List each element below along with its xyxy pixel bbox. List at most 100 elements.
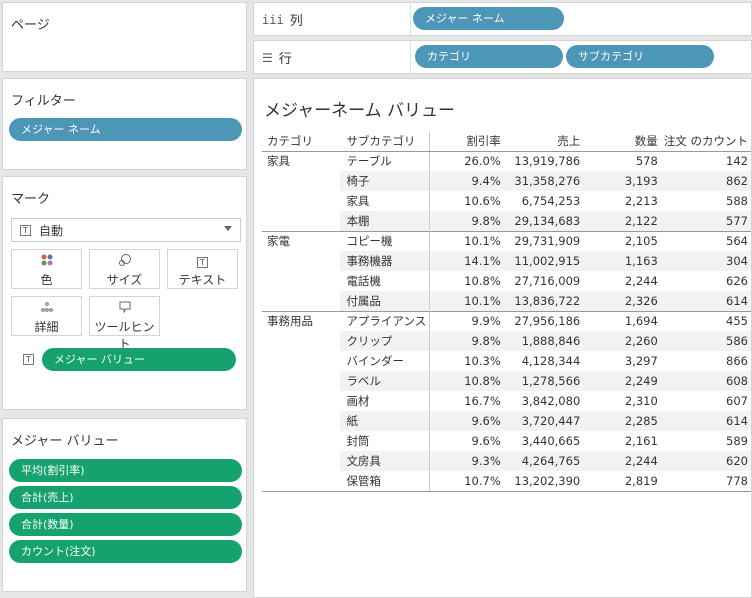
cell-quantity[interactable]: 2,244 — [583, 451, 661, 471]
cell-quantity[interactable]: 578 — [583, 151, 661, 171]
cell-quantity[interactable]: 3,193 — [583, 171, 661, 191]
cell-subcategory[interactable]: 紙 — [340, 411, 430, 431]
cell-order-count[interactable]: 608 — [660, 371, 751, 391]
cell-sales[interactable]: 3,842,080 — [504, 391, 584, 411]
cell-subcategory[interactable]: 椅子 — [340, 171, 430, 191]
cell-quantity[interactable]: 2,285 — [583, 411, 661, 431]
cell-sales[interactable]: 13,202,390 — [503, 471, 584, 492]
measure-pill-sum-sales[interactable]: 合計(売上) — [9, 486, 242, 509]
cell-quantity[interactable]: 2,105 — [583, 230, 661, 251]
cell-order-count[interactable]: 564 — [660, 230, 751, 251]
cell-category[interactable] — [262, 211, 340, 231]
header-order-count[interactable]: 注文 のカウント — [660, 131, 751, 152]
cell-discount[interactable]: 16.7% — [429, 391, 504, 411]
cell-discount[interactable]: 10.1% — [429, 230, 504, 251]
columns-pill-measure-names[interactable]: メジャー ネーム — [413, 7, 564, 30]
cell-category[interactable]: 家電 — [262, 230, 341, 251]
cell-quantity[interactable]: 1,163 — [583, 251, 661, 271]
measure-values-card[interactable]: メジャー バリュー 平均(割引率) 合計(売上) 合計(数量) カウント(注文) — [2, 418, 247, 592]
cell-discount[interactable]: 14.1% — [429, 251, 504, 271]
rows-pill-subcategory[interactable]: サブカテゴリ — [566, 45, 714, 68]
cell-discount[interactable]: 10.8% — [429, 271, 504, 291]
cell-discount[interactable]: 9.6% — [429, 411, 504, 431]
cell-category[interactable] — [262, 191, 340, 211]
cell-sales[interactable]: 31,358,276 — [503, 171, 584, 191]
cell-category[interactable]: 事務用品 — [262, 310, 341, 331]
cell-order-count[interactable]: 862 — [660, 171, 751, 191]
cell-subcategory[interactable]: 付属品 — [340, 291, 430, 311]
cell-quantity[interactable]: 3,297 — [583, 351, 661, 371]
view-area[interactable]: メジャーネーム バリュー カテゴリ サブカテゴリ 割引率 売上 数量 注文 のカ… — [253, 78, 752, 598]
cell-order-count[interactable]: 866 — [661, 351, 751, 371]
cell-quantity[interactable]: 2,326 — [583, 291, 661, 311]
color-button[interactable]: 色 — [11, 249, 82, 289]
cell-order-count[interactable]: 614 — [660, 411, 751, 431]
cell-discount[interactable]: 9.4% — [429, 171, 504, 191]
cell-category[interactable] — [262, 291, 340, 311]
cell-discount[interactable]: 9.8% — [429, 211, 504, 231]
cell-category[interactable] — [262, 391, 340, 411]
cell-category[interactable] — [262, 351, 340, 371]
cell-subcategory[interactable]: テーブル — [340, 151, 429, 171]
cell-discount[interactable]: 9.6% — [429, 431, 504, 451]
cell-discount[interactable]: 26.0% — [429, 151, 504, 171]
cell-subcategory[interactable]: 保管箱 — [340, 471, 430, 492]
cell-subcategory[interactable]: 封筒 — [340, 431, 429, 451]
detail-button[interactable]: 詳細 — [11, 296, 82, 336]
tooltip-button[interactable]: ツールヒント — [89, 296, 160, 351]
cell-discount[interactable]: 9.9% — [429, 310, 504, 331]
cell-quantity[interactable]: 2,122 — [583, 211, 661, 231]
cell-discount[interactable]: 10.1% — [429, 291, 504, 311]
marks-card[interactable]: マーク T 自動 色 サイズ T テキスト 詳細 ツールヒント T メジャー バ… — [2, 176, 247, 410]
size-button[interactable]: サイズ — [89, 249, 160, 289]
cell-order-count[interactable]: 588 — [661, 191, 751, 211]
cell-order-count[interactable]: 620 — [660, 451, 751, 471]
cell-sales[interactable]: 3,440,665 — [504, 431, 584, 451]
pages-card[interactable]: ページ — [2, 2, 247, 72]
header-discount[interactable]: 割引率 — [429, 131, 504, 152]
cell-order-count[interactable]: 586 — [660, 331, 751, 351]
cell-discount[interactable]: 10.3% — [429, 351, 504, 371]
header-sales[interactable]: 売上 — [503, 131, 584, 152]
cell-sales[interactable]: 29,134,683 — [503, 211, 584, 231]
cell-order-count[interactable]: 607 — [661, 391, 751, 411]
header-subcategory[interactable]: サブカテゴリ — [340, 131, 430, 152]
cell-sales[interactable]: 11,002,915 — [503, 251, 584, 271]
cell-order-count[interactable]: 455 — [660, 310, 751, 331]
cell-subcategory[interactable]: 画材 — [340, 391, 429, 411]
filter-pill-measure-names[interactable]: メジャー ネーム — [9, 118, 242, 141]
cell-sales[interactable]: 6,754,253 — [504, 191, 584, 211]
cell-discount[interactable]: 10.6% — [429, 191, 504, 211]
cell-category[interactable]: 家具 — [262, 151, 340, 171]
cell-discount[interactable]: 10.8% — [429, 371, 504, 391]
cell-subcategory[interactable]: 本棚 — [340, 211, 430, 231]
cell-discount[interactable]: 10.7% — [429, 471, 504, 492]
cell-category[interactable] — [262, 271, 340, 291]
cell-sales[interactable]: 1,278,566 — [503, 371, 584, 391]
cell-order-count[interactable]: 626 — [661, 271, 751, 291]
cell-quantity[interactable]: 2,161 — [583, 431, 661, 451]
cell-order-count[interactable]: 577 — [660, 211, 751, 231]
measure-pill-count-orders[interactable]: カウント(注文) — [9, 540, 242, 563]
cell-category[interactable] — [262, 251, 340, 271]
rows-pill-category[interactable]: カテゴリ — [415, 45, 563, 68]
cell-sales[interactable]: 4,264,765 — [503, 451, 584, 471]
columns-shelf[interactable]: iii 列 メジャー ネーム — [253, 2, 752, 36]
cell-category[interactable] — [262, 471, 341, 492]
measure-pill-avg-discount[interactable]: 平均(割引率) — [9, 459, 242, 482]
cell-category[interactable] — [262, 331, 340, 351]
cell-subcategory[interactable]: 電話機 — [340, 271, 429, 291]
cell-discount[interactable]: 9.3% — [429, 451, 504, 471]
cell-subcategory[interactable]: 文房具 — [340, 451, 430, 471]
header-quantity[interactable]: 数量 — [583, 131, 661, 152]
cell-quantity[interactable]: 2,819 — [583, 471, 661, 492]
cell-sales[interactable]: 13,836,722 — [503, 291, 584, 311]
cell-quantity[interactable]: 2,310 — [583, 391, 661, 411]
cell-discount[interactable]: 9.8% — [429, 331, 504, 351]
cell-quantity[interactable]: 1,694 — [583, 310, 661, 331]
cell-category[interactable] — [262, 371, 340, 391]
cell-sales[interactable]: 29,731,909 — [503, 230, 584, 251]
cell-subcategory[interactable]: クリップ — [340, 331, 430, 351]
header-category[interactable]: カテゴリ — [262, 131, 341, 152]
measure-pill-sum-quantity[interactable]: 合計(数量) — [9, 513, 242, 536]
